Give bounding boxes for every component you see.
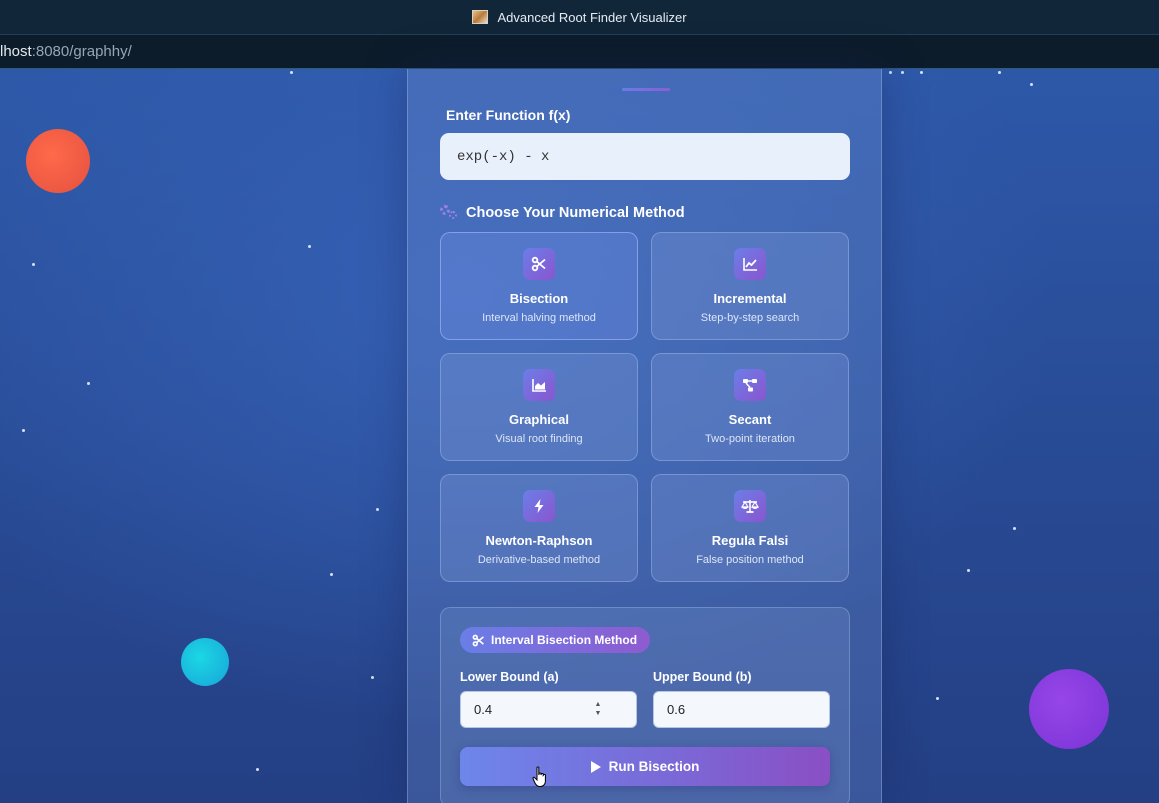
star-decoration: [371, 676, 374, 679]
lower-bound-label: Lower Bound (a): [460, 670, 559, 684]
method-name: Newton-Raphson: [485, 533, 593, 548]
method-description: False position method: [696, 554, 804, 566]
function-label: Enter Function f(x): [446, 107, 571, 123]
method-name: Graphical: [509, 412, 569, 427]
star-decoration: [376, 508, 379, 511]
scale-icon: [734, 490, 766, 522]
method-name: Secant: [728, 412, 772, 427]
window-title: Advanced Root Finder Visualizer: [497, 9, 687, 25]
run-button-label: Run Bisection: [608, 759, 700, 774]
area-chart-icon: [523, 369, 555, 401]
line-chart-icon: [734, 248, 766, 280]
lower-bound-input[interactable]: [460, 691, 637, 728]
red-orb-decoration: [26, 129, 90, 193]
method-name: Bisection: [509, 291, 569, 306]
upper-bound-label: Upper Bound (b): [653, 670, 752, 684]
star-decoration: [256, 768, 259, 771]
hand-cursor-icon: [532, 766, 546, 787]
nodes-icon: [734, 369, 766, 401]
star-decoration: [32, 263, 35, 266]
star-decoration: [87, 382, 90, 385]
method-description: Interval halving method: [482, 312, 596, 324]
method-description: Derivative-based method: [477, 554, 601, 566]
star-decoration: [1030, 83, 1033, 86]
window-title-bar: Advanced Root Finder Visualizer: [0, 0, 1159, 34]
upper-bound-input[interactable]: [653, 691, 830, 728]
method-card-bisection[interactable]: Bisection Interval halving method: [440, 232, 638, 340]
star-decoration: [967, 569, 970, 572]
method-description: Step-by-step search: [700, 312, 800, 324]
address-host: lhost: [0, 43, 32, 60]
cyan-orb-decoration: [181, 638, 229, 686]
star-decoration: [889, 71, 892, 74]
number-spinner[interactable]: ▲ ▼: [594, 701, 602, 717]
main-panel: Enter Function f(x) Choose Your Numerica…: [407, 69, 882, 803]
method-card-secant[interactable]: Secant Two-point iteration: [651, 353, 849, 461]
star-decoration: [998, 71, 1001, 74]
star-decoration: [901, 71, 904, 74]
star-decoration: [308, 245, 311, 248]
function-input[interactable]: [440, 133, 850, 180]
method-name: Incremental: [713, 291, 787, 306]
method-name: Regula Falsi: [711, 533, 789, 548]
star-decoration: [1013, 527, 1016, 530]
bolt-icon: [523, 490, 555, 522]
spinner-up-icon[interactable]: ▲: [595, 701, 602, 708]
star-decoration: [330, 573, 333, 576]
method-card-incremental[interactable]: Incremental Step-by-step search: [651, 232, 849, 340]
scissors-icon: [523, 248, 555, 280]
parameters-panel: Interval Bisection Method Lower Bound (a…: [440, 607, 850, 803]
app-favicon-icon: [472, 10, 489, 24]
address-bar[interactable]: lhost:8080/graphhy/: [0, 34, 1159, 69]
play-icon: [590, 760, 601, 773]
methods-heading-text: Choose Your Numerical Method: [466, 205, 685, 221]
star-decoration: [290, 71, 293, 74]
method-card-graphical[interactable]: Graphical Visual root finding: [440, 353, 638, 461]
method-card-newton-raphson[interactable]: Newton-Raphson Derivative-based method: [440, 474, 638, 582]
method-card-regula-falsi[interactable]: Regula Falsi False position method: [651, 474, 849, 582]
address-path: :8080/graphhy/: [31, 43, 132, 60]
panel-accent-bar: [622, 88, 670, 91]
star-decoration: [920, 71, 923, 74]
gears-icon: [440, 205, 460, 221]
scissors-icon: [472, 634, 484, 646]
star-decoration: [936, 697, 939, 700]
method-description: Two-point iteration: [705, 433, 795, 445]
run-bisection-button[interactable]: Run Bisection: [460, 747, 830, 786]
methods-heading: Choose Your Numerical Method: [440, 205, 685, 221]
method-description: Visual root finding: [495, 433, 583, 445]
spinner-down-icon[interactable]: ▼: [595, 710, 602, 717]
method-badge-text: Interval Bisection Method: [491, 633, 638, 647]
method-badge: Interval Bisection Method: [460, 627, 651, 653]
star-decoration: [22, 429, 25, 432]
purple-orb-decoration: [1029, 669, 1109, 749]
